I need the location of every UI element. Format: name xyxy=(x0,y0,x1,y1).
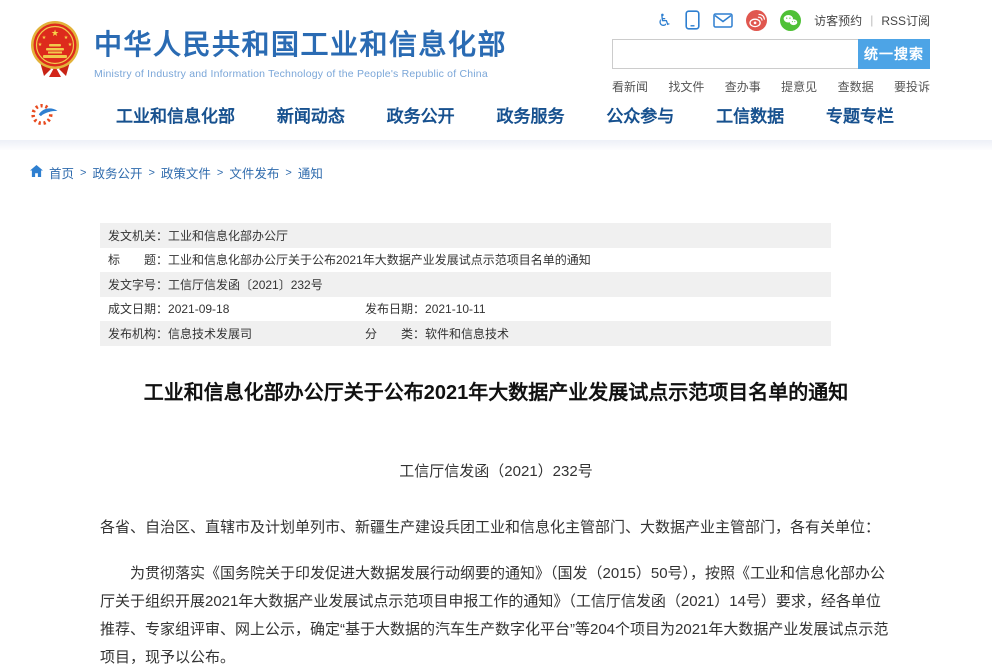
search-input[interactable] xyxy=(612,39,858,69)
meta-value: 2021-09-18 xyxy=(168,302,229,316)
breadcrumb-separator: > xyxy=(217,167,223,179)
breadcrumb-separator: > xyxy=(148,167,154,179)
svg-text:★: ★ xyxy=(42,35,47,41)
document-number: 工信厅信发函（2021）232号 xyxy=(100,460,892,481)
meta-value: 2021-10-11 xyxy=(425,302,486,316)
nav-item-miit[interactable]: 工业和信息化部 xyxy=(116,102,235,127)
breadcrumb-policy-files[interactable]: 政策文件 xyxy=(161,163,211,182)
main-nav: 工业和信息化部 新闻动态 政务公开 政务服务 公众参与 工信数据 专题专栏 xyxy=(0,88,992,140)
meta-row-dates: 成文日期：2021-09-18 发布日期：2021-10-11 xyxy=(100,297,831,322)
meta-row-issuing-agency: 发文机关：工业和信息化部办公厅 xyxy=(100,223,831,248)
nav-item-special-topics[interactable]: 专题专栏 xyxy=(826,102,894,127)
document-meta-table: 发文机关：工业和信息化部办公厅 标 题：工业和信息化部办公厅关于公布2021年大… xyxy=(100,223,831,346)
quick-link-services[interactable]: 查办事 xyxy=(725,78,761,95)
nav-item-public-participation[interactable]: 公众参与 xyxy=(606,102,674,127)
meta-row-doc-number: 发文字号：工信厅信发函〔2021〕232号 xyxy=(100,272,831,297)
accessibility-icon[interactable]: ♿ xyxy=(657,12,672,29)
search-quick-links: 看新闻 找文件 查办事 提意见 查数据 要投诉 xyxy=(612,78,930,95)
breadcrumb-home[interactable]: 首页 xyxy=(49,163,74,182)
meta-label: 发布日期： xyxy=(365,302,425,316)
miit-logo-icon xyxy=(30,101,58,127)
home-icon[interactable] xyxy=(30,165,43,180)
svg-text:★: ★ xyxy=(68,42,73,48)
breadcrumb-separator: > xyxy=(285,167,291,179)
meta-value: 信息技术发展司 xyxy=(168,327,252,341)
site-brand[interactable]: ★ ★ ★ ★ ★ 中华人民共和国工业和信息化部 Ministry of Ind… xyxy=(30,20,507,83)
quick-link-files[interactable]: 找文件 xyxy=(668,78,704,95)
nav-item-data[interactable]: 工信数据 xyxy=(716,102,784,127)
unified-search-button[interactable]: 统一搜索 xyxy=(858,39,930,69)
meta-value: 工信厅信发函〔2021〕232号 xyxy=(168,278,323,292)
nav-item-gov-disclosure[interactable]: 政务公开 xyxy=(387,102,455,127)
svg-text:★: ★ xyxy=(51,28,59,38)
meta-value: 软件和信息技术 xyxy=(425,327,509,341)
meta-row-publisher-category: 发布机构：信息技术发展司 分 类：软件和信息技术 xyxy=(100,321,831,346)
rss-subscribe-link[interactable]: RSS订阅 xyxy=(881,12,930,29)
meta-label: 发布机构： xyxy=(108,327,168,341)
utility-bar: ♿ 访客预约 | RSS订阅 xyxy=(612,8,930,32)
meta-label: 分 类： xyxy=(365,327,425,341)
nav-item-gov-services[interactable]: 政务服务 xyxy=(496,102,564,127)
breadcrumb-notice[interactable]: 通知 xyxy=(298,163,323,182)
breadcrumb-separator: > xyxy=(80,167,86,179)
site-subtitle: Ministry of Industry and Information Tec… xyxy=(94,68,507,80)
quick-link-suggest[interactable]: 提意见 xyxy=(781,78,817,95)
meta-value: 工业和信息化部办公厅关于公布2021年大数据产业发展试点示范项目名单的通知 xyxy=(168,253,591,267)
national-emblem-icon: ★ ★ ★ ★ ★ xyxy=(30,20,80,83)
svg-text:★: ★ xyxy=(38,42,43,48)
nav-shadow xyxy=(0,140,992,150)
breadcrumb-file-release[interactable]: 文件发布 xyxy=(229,163,279,182)
breadcrumb: 首页 > 政务公开 > 政策文件 > 文件发布 > 通知 xyxy=(30,163,992,182)
meta-label: 发文机关： xyxy=(108,229,168,243)
meta-label: 成文日期： xyxy=(108,302,168,316)
site-title: 中华人民共和国工业和信息化部 xyxy=(94,23,507,63)
svg-text:★: ★ xyxy=(64,35,69,41)
meta-value: 工业和信息化部办公厅 xyxy=(168,229,288,243)
document-title: 工业和信息化部办公厅关于公布2021年大数据产业发展试点示范项目名单的通知 xyxy=(100,376,892,405)
nav-menu: 工业和信息化部 新闻动态 政务公开 政务服务 公众参与 工信数据 专题专栏 xyxy=(116,102,962,127)
meta-row-title: 标 题：工业和信息化部办公厅关于公布2021年大数据产业发展试点示范项目名单的通… xyxy=(100,248,831,273)
mobile-icon[interactable] xyxy=(685,10,700,30)
utility-divider: | xyxy=(870,13,873,27)
document-salutation: 各省、自治区、直辖市及计划单列市、新疆生产建设兵团工业和信息化主管部门、大数据产… xyxy=(100,514,892,542)
wechat-icon[interactable] xyxy=(780,10,801,31)
breadcrumb-gov-disclosure[interactable]: 政务公开 xyxy=(92,163,142,182)
document-paragraph: 为贯彻落实《国务院关于印发促进大数据发展行动纲要的通知》（国发（2015）50号… xyxy=(100,560,892,672)
meta-label: 发文字号： xyxy=(108,278,168,292)
document-body: 工业和信息化部办公厅关于公布2021年大数据产业发展试点示范项目名单的通知 工信… xyxy=(100,376,892,672)
quick-link-data[interactable]: 查数据 xyxy=(838,78,874,95)
nav-item-news[interactable]: 新闻动态 xyxy=(277,102,345,127)
quick-link-complaint[interactable]: 要投诉 xyxy=(894,78,930,95)
site-header: ★ ★ ★ ★ ★ 中华人民共和国工业和信息化部 Ministry of Ind… xyxy=(0,0,992,88)
search-bar: 统一搜索 xyxy=(612,39,930,69)
quick-link-news[interactable]: 看新闻 xyxy=(612,78,648,95)
visitor-appointment-link[interactable]: 访客预约 xyxy=(814,12,862,29)
meta-label: 标 题： xyxy=(108,253,168,267)
mail-icon[interactable] xyxy=(713,13,733,28)
weibo-icon[interactable] xyxy=(746,10,767,31)
